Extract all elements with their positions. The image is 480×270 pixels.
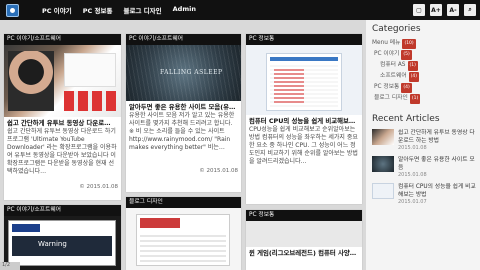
blog-logo-icon[interactable]	[6, 3, 19, 17]
main-menu: PC 이야기 PC 정보통 블로그 디자인 Admin	[42, 5, 207, 15]
post-thumbnail[interactable]	[126, 208, 241, 270]
category-label[interactable]: 소프트웨어	[380, 73, 407, 79]
post-title[interactable]: 쉽고 간단하게 유투브 동영상 다운로…	[4, 117, 121, 127]
category-item[interactable]: Menu 메뉴 (10)	[372, 38, 480, 49]
post-title[interactable]: 윈 게임(리그오브레전드) 컴퓨터 사양…	[246, 247, 362, 257]
category-label[interactable]: 컴퓨터 AS	[380, 62, 406, 68]
category-count: (1)	[409, 94, 421, 104]
menu-grid-button[interactable]: ▢	[413, 4, 425, 16]
toolbar-right: ▢ A+ A- ⌕	[413, 4, 476, 16]
nav-item-pc-info[interactable]: PC 정보통	[83, 5, 113, 15]
post-grid: PC 이야기/소프트웨어 쉽고 간단하게 유투브 동영상 다운로… 쉽고 간단하…	[4, 24, 362, 270]
post-thumbnail[interactable]	[246, 45, 362, 115]
post-category[interactable]: PC 이야기/소프트웨어	[4, 205, 121, 216]
nav-item-admin[interactable]: Admin	[173, 5, 196, 15]
recent-title[interactable]: 컴퓨터 CPU의 성능을 쉽게 비교해보는 방법	[398, 183, 480, 199]
post-thumbnail[interactable]	[246, 221, 362, 247]
recent-thumbnail[interactable]	[372, 156, 394, 172]
recent-title[interactable]: 알아두면 좋은 유용한 사이트 모음	[398, 156, 480, 172]
font-decrease-button[interactable]: A-	[447, 4, 459, 16]
post-date: © 2015.01.08	[79, 184, 118, 190]
recent-article[interactable]: 컴퓨터 CPU의 성능을 쉽게 비교해보는 방법 2015.01.07	[372, 183, 480, 205]
nav-item-pc-story[interactable]: PC 이야기	[42, 5, 72, 15]
category-label[interactable]: Menu 메뉴	[372, 40, 400, 46]
category-count: (4)	[401, 83, 412, 93]
post-excerpt: 유용한 사이트 모음 저가 알고 있는 유용한 사이트를 몇가지 추천해 드리려…	[129, 112, 235, 151]
post-card[interactable]: PC 이야기/소프트웨어 쉽고 간단하게 유투브 동영상 다운로… 쉽고 간단하…	[4, 34, 121, 200]
category-item[interactable]: PC 이야기 (5)	[372, 49, 480, 60]
post-card[interactable]: PC 정보통 컴퓨터 CPU의 성능을 쉽게 비교해보… CPU성능을 쉽게 비…	[246, 34, 362, 204]
post-category[interactable]: PC 이야기/소프트웨어	[126, 34, 241, 45]
post-card[interactable]: 블로그 디자인	[126, 197, 241, 270]
post-category[interactable]: PC 이야기/소프트웨어	[4, 34, 121, 45]
top-navigation-bar: PC 이야기 PC 정보통 블로그 디자인 Admin ▢ A+ A- ⌕	[0, 0, 480, 20]
post-title[interactable]: 컴퓨터 CPU의 성능을 쉽게 비교해보…	[246, 115, 362, 125]
category-item[interactable]: PC 정보통 (4)	[372, 82, 480, 93]
recent-date: 2015.01.08	[398, 172, 427, 178]
recent-thumbnail[interactable]	[372, 129, 394, 145]
sidebar: Categories Menu 메뉴 (10) PC 이야기 (5) 컴퓨터 AS(…	[366, 20, 480, 270]
font-increase-button[interactable]: A+	[430, 4, 442, 16]
recent-thumbnail[interactable]	[372, 183, 394, 199]
category-label[interactable]: PC 이야기	[374, 51, 399, 57]
post-excerpt: 쉽고 간단하게 유투브 동영상 다운로드 하기 프로그램 'Ultimate Y…	[7, 128, 117, 175]
post-thumbnail[interactable]: FALLING ASLEEP	[126, 45, 241, 101]
categories-heading: Categories	[372, 24, 421, 34]
category-count: (10)	[402, 39, 416, 49]
post-card[interactable]: PC 정보통 윈 게임(리그오브레전드) 컴퓨터 사양…	[246, 210, 362, 270]
category-count: (1)	[407, 61, 418, 71]
category-item[interactable]: 소프트웨어 (4)	[372, 71, 480, 82]
recent-date: 2015.01.07	[398, 199, 427, 205]
search-icon[interactable]: ⌕	[464, 4, 476, 16]
category-item[interactable]: 컴퓨터 AS (1)	[372, 60, 480, 71]
recent-article[interactable]: 알아두면 좋은 유용한 사이트 모음 2015.01.08	[372, 156, 480, 178]
post-card[interactable]: PC 이야기/소프트웨어 Warning	[4, 205, 121, 270]
post-title[interactable]: 알아두면 좋은 유용한 사이트 모음(유…	[126, 101, 241, 111]
post-category[interactable]: PC 정보통	[246, 210, 362, 221]
category-list: Menu 메뉴 (10) PC 이야기 (5) 컴퓨터 AS (1) 소프트웨어 (4)…	[372, 38, 480, 104]
post-card[interactable]: PC 이야기/소프트웨어 FALLING ASLEEP 알아두면 좋은 유용한 …	[126, 34, 241, 192]
category-label[interactable]: 블로그 디자인	[374, 95, 408, 101]
post-category[interactable]: 블로그 디자인	[126, 197, 241, 208]
post-thumbnail[interactable]	[4, 45, 121, 117]
category-count: (4)	[408, 72, 420, 82]
recent-date: 2015.01.08	[398, 145, 427, 151]
post-thumbnail[interactable]: Warning	[4, 216, 121, 270]
recent-article[interactable]: 쉽고 간단하게 유투브 동영상 다운로드 하는 방법 2015.01.08	[372, 129, 480, 151]
nav-item-blog-design[interactable]: 블로그 디자인	[124, 5, 162, 15]
category-count: (5)	[401, 50, 412, 60]
post-date: © 2015.01.08	[199, 168, 238, 174]
post-excerpt: CPU성능을 쉽게 비교해보고 순위알아보는 방법 컴퓨터의 성능을 좌우하는 …	[249, 126, 358, 165]
category-label[interactable]: PC 정보통	[374, 84, 399, 90]
post-category[interactable]: PC 정보통	[246, 34, 362, 45]
recent-title[interactable]: 쉽고 간단하게 유투브 동영상 다운로드 하는 방법	[398, 129, 480, 145]
page-indicator: 1/2	[0, 262, 20, 270]
recent-articles-heading: Recent Articles	[372, 114, 440, 124]
category-item[interactable]: 블로그 디자인 (1)	[372, 93, 480, 104]
